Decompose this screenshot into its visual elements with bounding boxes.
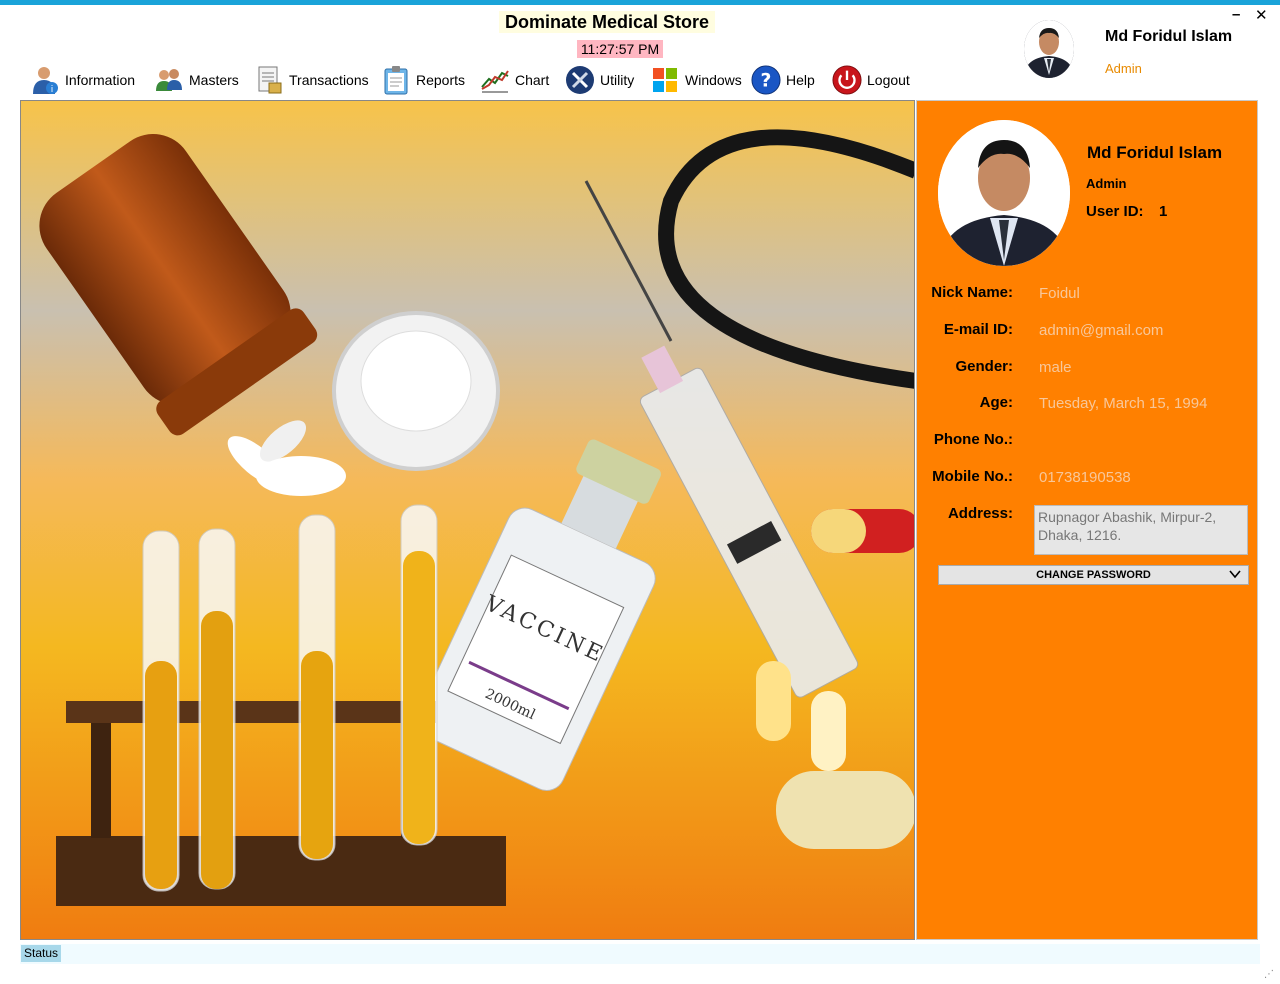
tools-icon xyxy=(565,65,595,95)
address-field[interactable]: Rupnagor Abashik, Mirpur-2, Dhaka, 1216. xyxy=(1034,505,1248,555)
menu-transactions[interactable]: Transactions xyxy=(254,62,369,98)
power-icon xyxy=(832,65,862,95)
svg-text:?: ? xyxy=(761,71,772,92)
clipboard-report-icon xyxy=(381,65,411,95)
header-avatar xyxy=(1024,20,1074,78)
menu-masters-label: Masters xyxy=(189,72,239,88)
status-label: Status xyxy=(21,945,62,962)
menu-windows[interactable]: Windows xyxy=(650,62,742,98)
mobile-label: Mobile No.: xyxy=(932,468,1013,485)
age-value: Tuesday, March 15, 1994 xyxy=(1039,395,1208,412)
window-top-accent xyxy=(0,0,1280,5)
menu-help-label: Help xyxy=(786,72,815,88)
menu-utility-label: Utility xyxy=(600,72,635,88)
menu-windows-label: Windows xyxy=(685,72,742,88)
header-user-role: Admin xyxy=(1105,61,1142,76)
line-chart-icon xyxy=(480,65,510,95)
users-group-icon xyxy=(154,65,184,95)
user-id-value: 1 xyxy=(1159,203,1168,220)
resize-grip-icon[interactable]: ⋰ xyxy=(1264,969,1274,980)
change-password-button[interactable]: CHANGE PASSWORD xyxy=(938,565,1249,585)
minimize-button[interactable]: – xyxy=(1232,6,1240,23)
menu-information[interactable]: i Information xyxy=(30,62,135,98)
email-label: E-mail ID: xyxy=(943,321,1013,338)
menu-chart-label: Chart xyxy=(515,72,550,88)
close-button[interactable]: ✕ xyxy=(1255,6,1268,24)
menu-chart[interactable]: Chart xyxy=(480,62,549,98)
gender-label: Gender: xyxy=(955,358,1013,375)
user-id-label: User ID: xyxy=(1086,203,1144,220)
menu-utility[interactable]: Utility xyxy=(565,62,634,98)
phone-label: Phone No.: xyxy=(933,431,1013,448)
mobile-value: 01738190538 xyxy=(1039,469,1131,486)
menu-transactions-label: Transactions xyxy=(289,72,369,88)
header-user-name: Md Foridul Islam xyxy=(1105,28,1233,45)
menu-reports-label: Reports xyxy=(416,72,466,88)
help-icon: ? xyxy=(751,65,781,95)
clock: 11:27:57 PM xyxy=(577,40,663,58)
menu-reports[interactable]: Reports xyxy=(381,62,465,98)
nick-name-label: Nick Name: xyxy=(931,284,1013,301)
main-content: VACCINE 2000ml xyxy=(20,100,915,940)
profile-photo xyxy=(938,120,1070,266)
menu-help[interactable]: ? Help xyxy=(751,62,815,98)
app-title: Dominate Medical Store xyxy=(499,11,716,33)
chevron-down-icon xyxy=(1228,568,1242,583)
ledger-icon xyxy=(254,65,284,95)
menu-logout-label: Logout xyxy=(867,72,910,88)
menu-masters[interactable]: Masters xyxy=(154,62,239,98)
profile-name: Md Foridul Islam xyxy=(1087,143,1223,162)
medical-background-image: VACCINE 2000ml xyxy=(21,101,914,939)
email-value: admin@gmail.com xyxy=(1039,322,1164,339)
profile-panel: Md Foridul Islam Admin User ID: 1 Nick N… xyxy=(916,100,1258,940)
user-info-icon: i xyxy=(30,65,60,95)
nick-name-value: Foidul xyxy=(1039,285,1080,302)
menu-logout[interactable]: Logout xyxy=(832,62,910,98)
status-bar: Status xyxy=(20,944,1260,964)
gender-value: male xyxy=(1039,359,1072,376)
address-label: Address: xyxy=(947,505,1013,522)
svg-text:i: i xyxy=(51,85,54,95)
age-label: Age: xyxy=(979,394,1013,411)
menu-information-label: Information xyxy=(65,72,136,88)
profile-role: Admin xyxy=(1086,176,1127,191)
windows-logo-icon xyxy=(650,65,680,95)
change-password-label: CHANGE PASSWORD xyxy=(1036,569,1151,581)
